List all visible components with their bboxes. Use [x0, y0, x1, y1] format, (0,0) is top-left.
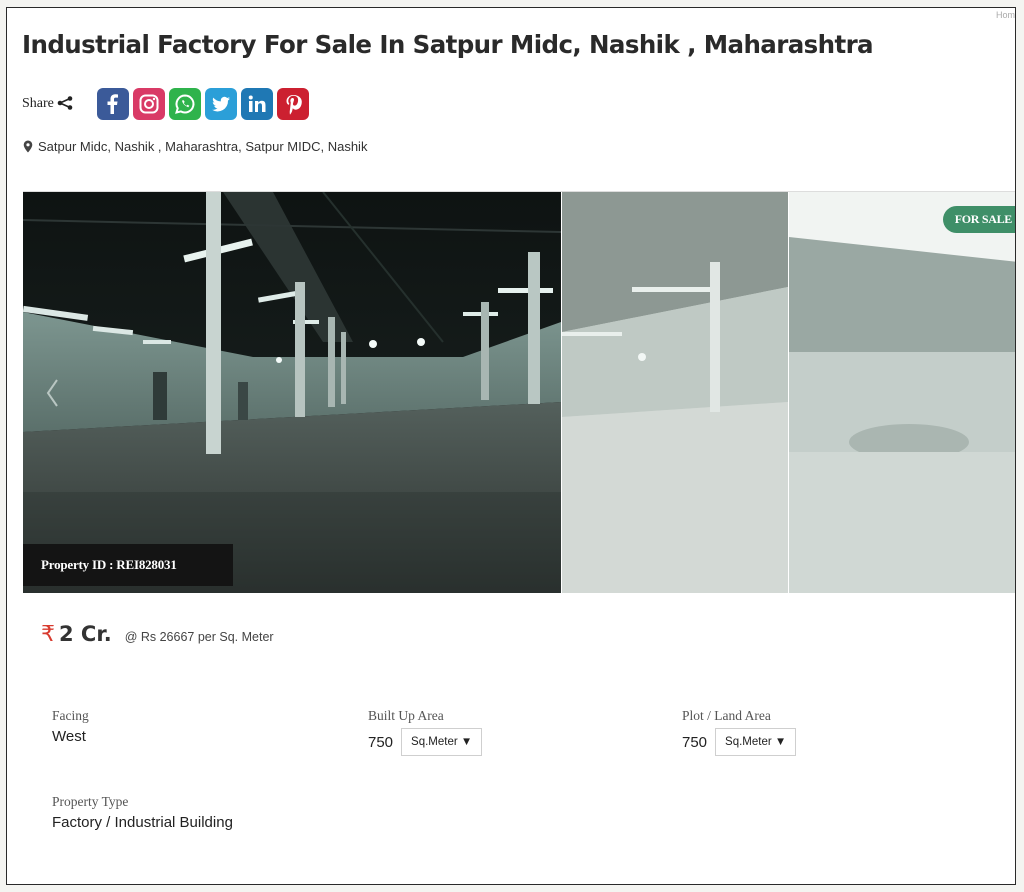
- built-up-area-label: Built Up Area: [368, 708, 444, 723]
- plot-area-label: Plot / Land Area: [682, 708, 771, 723]
- facing-value: West: [52, 728, 86, 745]
- property-id-label: Property ID : REI828031: [23, 544, 233, 586]
- price-row: ₹ 2 Cr. @ Rs 26667 per Sq. Meter: [41, 622, 274, 647]
- share-bar: Share: [22, 88, 309, 120]
- instagram-icon[interactable]: [132, 88, 165, 120]
- share-label: Share: [22, 96, 54, 111]
- property-type-detail: Property Type Factory / Industrial Build…: [52, 794, 233, 831]
- pinterest-icon[interactable]: [276, 88, 309, 120]
- share-icon[interactable]: [57, 96, 73, 115]
- property-listing-page: Hom Industrial Factory For Sale In Satpu…: [6, 7, 1016, 885]
- property-type-value: Factory / Industrial Building: [52, 814, 233, 831]
- plot-area-value: 750: [682, 733, 708, 751]
- built-up-unit-select[interactable]: Sq.Meter ▼: [401, 728, 483, 756]
- whatsapp-icon[interactable]: [168, 88, 201, 120]
- social-buttons: [96, 88, 309, 120]
- rupee-icon: ₹: [41, 622, 55, 647]
- price-rate: @ Rs 26667 per Sq. Meter: [124, 630, 274, 644]
- linkedin-icon[interactable]: [240, 88, 273, 120]
- factory-photo-3: [789, 192, 1015, 593]
- location-text: Satpur Midc, Nashik , Maharashtra, Satpu…: [38, 139, 368, 154]
- facing-label: Facing: [52, 708, 89, 723]
- photo-gallery[interactable]: FOR SALE Property ID : REI828031: [23, 191, 1015, 593]
- plot-area-detail: Plot / Land Area 750 Sq.Meter ▼: [682, 708, 797, 756]
- page-title: Industrial Factory For Sale In Satpur Mi…: [22, 30, 874, 59]
- built-up-area-value: 750: [368, 733, 394, 751]
- property-type-label: Property Type: [52, 794, 129, 809]
- facing-detail: Facing West: [52, 708, 89, 745]
- twitter-icon[interactable]: [204, 88, 237, 120]
- property-details: Facing West Built Up Area 750 Sq.Meter ▼…: [52, 708, 992, 858]
- built-up-area-detail: Built Up Area 750 Sq.Meter ▼: [368, 708, 483, 756]
- factory-interior-photo: [23, 192, 561, 593]
- location-row: Satpur Midc, Nashik , Maharashtra, Satpu…: [23, 139, 367, 154]
- facebook-icon[interactable]: [96, 88, 129, 120]
- for-sale-badge: FOR SALE: [942, 206, 1015, 233]
- breadcrumb-fragment[interactable]: Hom: [996, 10, 1015, 20]
- price-amount: 2 Cr.: [59, 622, 112, 646]
- plot-unit-select[interactable]: Sq.Meter ▼: [715, 728, 797, 756]
- chevron-left-icon[interactable]: [41, 376, 65, 410]
- map-pin-icon: [23, 140, 33, 153]
- factory-photo-2: [562, 192, 788, 593]
